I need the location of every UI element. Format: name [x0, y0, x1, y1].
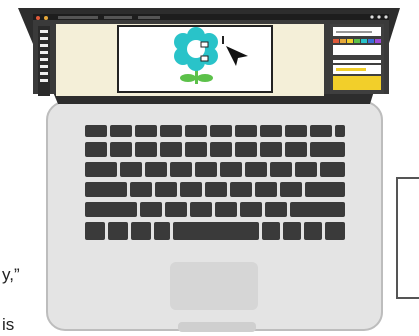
laptop-screen	[18, 8, 400, 104]
tool-strip	[38, 26, 50, 96]
text-fragment-2: is	[2, 315, 15, 334]
key-row-5	[85, 202, 345, 217]
app-title-bar	[33, 14, 389, 20]
text-fragment-1: y,”	[2, 265, 20, 284]
selection-handle-icon	[200, 55, 209, 62]
panel-yellow-bar	[336, 68, 366, 71]
front-notch	[178, 322, 256, 332]
panel-yellow-block	[333, 76, 381, 90]
touchpad	[170, 262, 258, 310]
window-dot-yellow	[44, 16, 48, 20]
key-row-6	[85, 222, 345, 240]
key-row-1	[85, 125, 345, 137]
properties-panel	[330, 24, 384, 94]
spacebar	[173, 222, 259, 240]
selection-handle-icon	[200, 41, 209, 48]
laptop-illustration	[18, 8, 419, 332]
key-row-3	[85, 162, 345, 177]
cropped-object	[396, 177, 419, 299]
leaf-left	[180, 74, 196, 82]
leaf-right	[197, 74, 213, 82]
key-row-2	[85, 142, 345, 157]
window-dot-red	[36, 16, 40, 20]
key-row-4	[85, 182, 345, 197]
